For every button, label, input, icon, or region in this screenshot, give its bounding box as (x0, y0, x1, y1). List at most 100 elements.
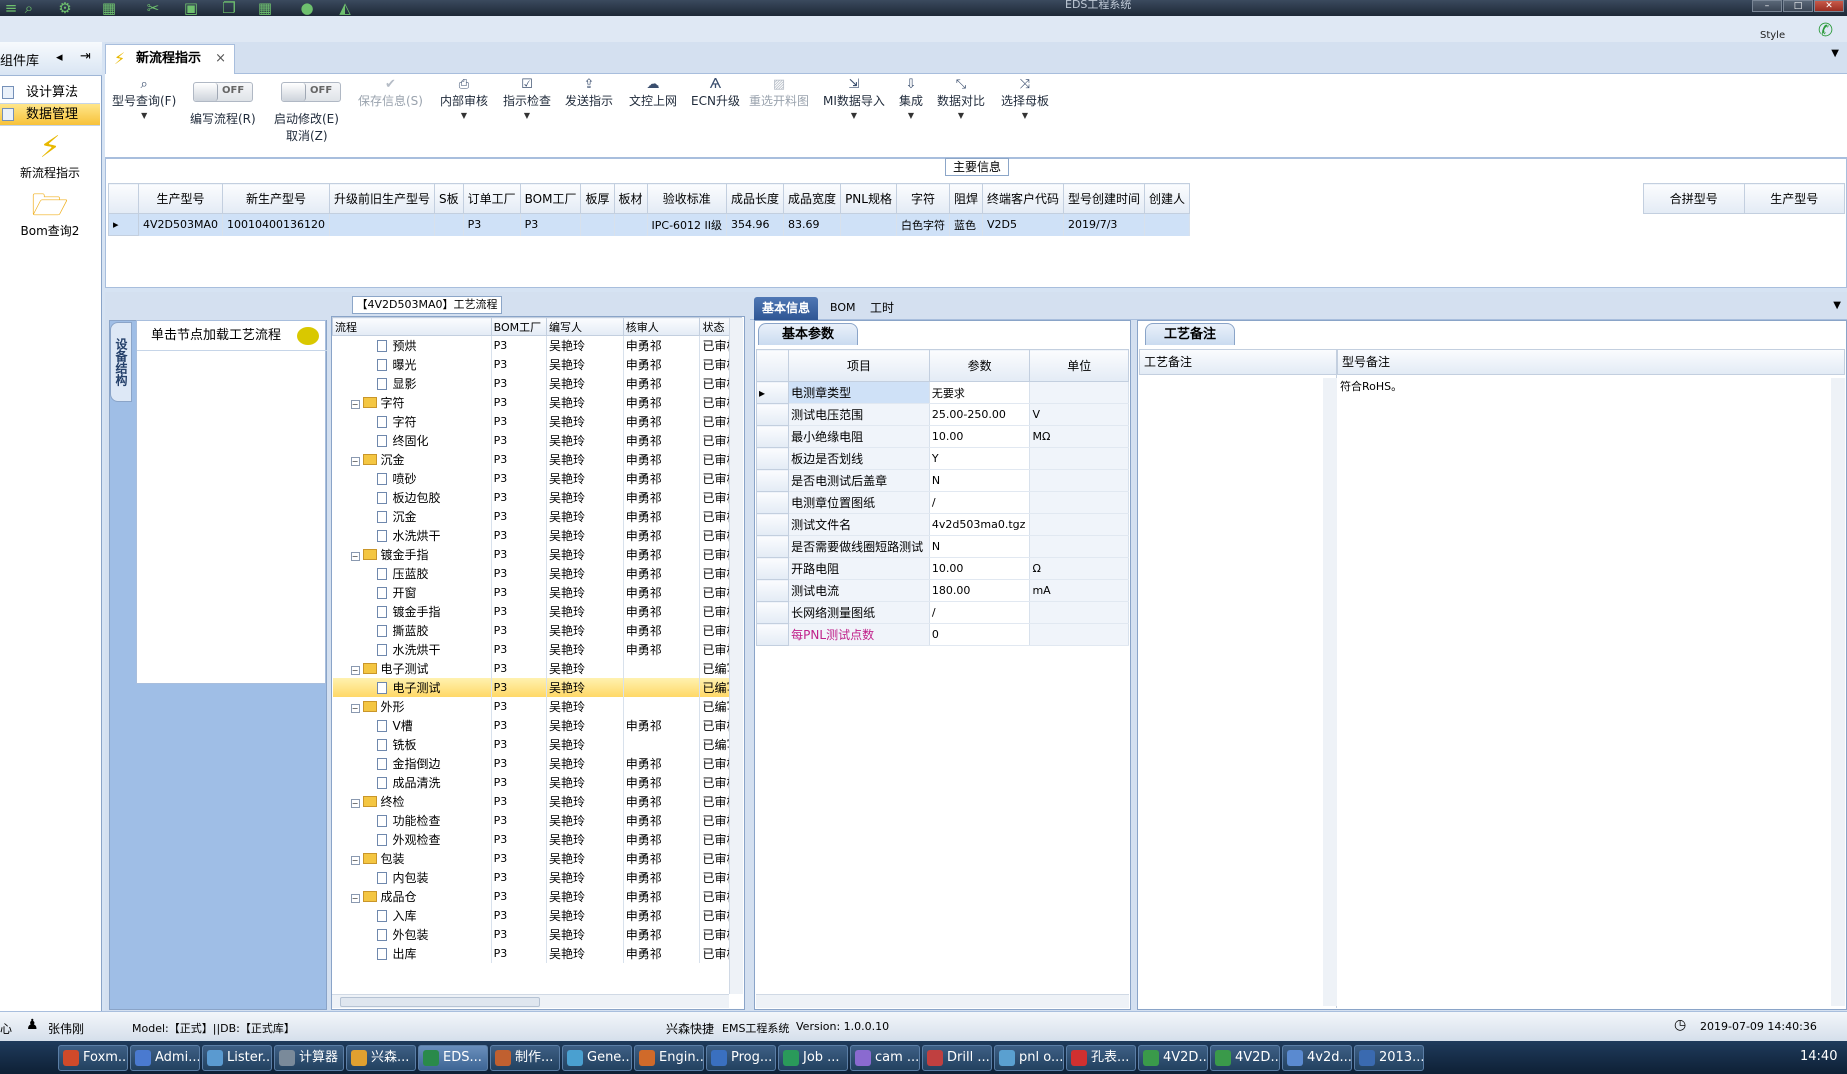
taskbar-item[interactable]: 制作... (490, 1045, 560, 1071)
tree-node[interactable]: 喷砂 (332, 468, 492, 488)
tab-new-flow[interactable]: ⚡ 新流程指示 × (105, 44, 235, 74)
taskbar-item[interactable]: 孔表... (1066, 1045, 1136, 1071)
main-col-header[interactable]: 型号创建时间 (1062, 183, 1146, 214)
send-button[interactable]: ⇪ 发送指示 (565, 78, 613, 109)
tree-node[interactable]: 压蓝胶 (332, 563, 492, 583)
tree-row[interactable]: − 终检 P3 吴艳玲 申勇祁 已审核 (332, 791, 742, 811)
main-col-header[interactable]: 阻焊 (948, 183, 983, 214)
scroll-thumb[interactable] (340, 997, 540, 1007)
param-value[interactable]: / (929, 601, 1031, 624)
notes-col-process[interactable]: 工艺备注 (1139, 349, 1337, 375)
tree-col-flow[interactable]: 流程 (332, 317, 492, 336)
taskbar-item[interactable]: Admi... (130, 1045, 200, 1071)
tree-row[interactable]: − 电子测试 P3 吴艳玲 已编写 (332, 658, 742, 678)
grid-icon[interactable]: ▦ (98, 0, 120, 16)
ecn-button[interactable]: Ѧ ECN升级 (691, 78, 740, 109)
tree-node[interactable]: 电子测试 (332, 677, 492, 697)
tree-col-factory[interactable]: BOM工厂 (490, 317, 547, 336)
params-horizontal-scrollbar[interactable] (756, 994, 1129, 1008)
collapse-icon[interactable]: ◂ (56, 50, 63, 65)
tree-node[interactable]: 功能检查 (332, 810, 492, 830)
main-col-header[interactable]: S板 (434, 183, 464, 214)
main-cell[interactable]: 354.96 (726, 213, 785, 236)
chart-icon[interactable]: ◭ (334, 0, 356, 16)
tree-node[interactable]: − 字符 (332, 392, 492, 412)
save-info-button[interactable]: ✔ 保存信息(S) (358, 78, 423, 109)
main-col-header[interactable]: 升级前旧生产型号 (328, 183, 436, 214)
main-col-header[interactable]: 终端客户代码 (981, 183, 1065, 214)
nav-item-design[interactable]: 设计算法 (0, 82, 100, 104)
taskbar-item[interactable]: Drill ... (922, 1045, 992, 1071)
main-cell[interactable]: P3 (520, 213, 582, 236)
tree-node[interactable]: − 成品仓 (332, 886, 492, 906)
compare-button[interactable]: ⤡ 数据对比 ▼ (937, 78, 985, 123)
taskbar-item[interactable]: EDS... (418, 1045, 488, 1071)
tree-row[interactable]: 终固化 P3 吴艳玲 申勇祁 已审核 (332, 430, 742, 450)
reselect-image-button[interactable]: ▨ 重选开料图 (749, 78, 809, 109)
main-col-header[interactable]: 验收标准 (646, 183, 728, 214)
param-value[interactable]: 180.00 (929, 579, 1031, 602)
tree-row[interactable]: − 包装 P3 吴艳玲 申勇祁 已审核 (332, 848, 742, 868)
taskbar-item[interactable]: Engin... (634, 1045, 704, 1071)
query-button[interactable]: ⌕ 型号查询(F) ▼ (112, 78, 176, 123)
tree-row[interactable]: 板边包胶 P3 吴艳玲 申勇祁 已审核 (332, 487, 742, 507)
select-board-button[interactable]: ⤨ 选择母板 ▼ (1001, 78, 1049, 123)
param-value[interactable]: 10.00 (929, 425, 1031, 448)
collapse-icon[interactable]: − (350, 798, 360, 808)
gear-icon[interactable]: ⚙ (54, 0, 76, 16)
tree-row[interactable]: 曝光 P3 吴艳玲 申勇祁 已审核 (332, 354, 742, 374)
tab-menu-icon[interactable]: ▼ (1833, 300, 1841, 311)
phone-icon[interactable]: ✆ (1818, 20, 1833, 41)
params-col-value[interactable]: 参数 (928, 349, 1031, 382)
main-col-header[interactable]: 生产型号 (137, 183, 224, 214)
user-icon[interactable]: ● (296, 0, 318, 16)
main-cell[interactable]: 2019/7/3 (1063, 213, 1146, 236)
notes-scrollbar[interactable] (1323, 378, 1337, 1006)
main-cell[interactable]: IPC-6012 II级 (647, 213, 728, 236)
params-col-unit[interactable]: 单位 (1029, 349, 1129, 382)
taskbar-item[interactable]: Gene... (562, 1045, 632, 1071)
tree-node[interactable]: − 外形 (332, 696, 492, 716)
launcher-bom-query[interactable]: 🗁 Bom查询2 (0, 190, 100, 239)
param-value[interactable]: 0 (929, 623, 1031, 646)
tree-node[interactable]: 沉金 (332, 506, 492, 526)
mi-import-button[interactable]: ⇲ MI数据导入 ▼ (823, 78, 885, 123)
tree-node[interactable]: 显影 (332, 373, 492, 393)
model-notes-scrollbar[interactable] (1831, 378, 1845, 1006)
launcher-new-flow[interactable]: ⚡ 新流程指示 (0, 132, 100, 181)
param-row[interactable]: 是否电测试后盖章 N (755, 469, 1129, 492)
main-cell[interactable] (434, 213, 464, 236)
save-icon[interactable]: ▣ (180, 0, 202, 16)
tree-row[interactable]: − 字符 P3 吴艳玲 申勇祁 已审核 (332, 392, 742, 412)
tree-row[interactable]: 功能检查 P3 吴艳玲 申勇祁 已审核 (332, 810, 742, 830)
process-note-text[interactable] (1139, 375, 1337, 1008)
param-row[interactable]: 电测章位置图纸 / (755, 491, 1129, 514)
tree-node[interactable]: − 镀金手指 (332, 544, 492, 564)
check-button[interactable]: ☑ 指示检查 ▼ (503, 78, 551, 123)
param-value[interactable]: 25.00-250.00 (929, 403, 1031, 426)
param-row[interactable]: 长网络测量图纸 / (755, 601, 1129, 624)
tab-bom[interactable]: BOM (822, 297, 864, 320)
tree-row[interactable]: 内包装 P3 吴艳玲 申勇祁 已审核 (332, 867, 742, 887)
param-value[interactable]: N (929, 535, 1031, 558)
tree-row[interactable]: 金指倒边 P3 吴艳玲 申勇祁 已审核 (332, 753, 742, 773)
param-value[interactable]: Y (929, 447, 1031, 470)
table-row[interactable]: ▸ 4V2D503MA0 10010400136120 P3 P3 IPC-6012 II… (108, 213, 1191, 236)
style-menu[interactable]: Style (1760, 30, 1785, 41)
merge-col-header[interactable]: 合拼型号 (1643, 183, 1745, 214)
tree-node[interactable]: − 沉金 (332, 449, 492, 469)
collapse-icon[interactable]: − (350, 855, 360, 865)
params-col-item[interactable]: 项目 (788, 349, 930, 382)
tab-menu-icon[interactable]: ▼ (1831, 48, 1839, 59)
taskbar-item[interactable]: 兴森... (346, 1045, 416, 1071)
pin-icon[interactable]: ⇥ (80, 49, 91, 64)
nav-item-data[interactable]: 数据管理 (0, 104, 100, 126)
collapse-icon[interactable]: − (350, 399, 360, 409)
start-modify-toggle[interactable]: OFF (281, 82, 341, 102)
main-col-header[interactable]: 成品宽度 (783, 183, 842, 214)
merge-col-header[interactable]: 生产型号 (1743, 183, 1845, 214)
tree-row[interactable]: − 沉金 P3 吴艳玲 申勇祁 已审核 (332, 449, 742, 469)
copy-icon[interactable]: ❐ (218, 0, 240, 16)
main-col-header[interactable]: PNL规格 (840, 183, 897, 214)
tree-row[interactable]: 镀金手指 P3 吴艳玲 申勇祁 已审核 (332, 601, 742, 621)
